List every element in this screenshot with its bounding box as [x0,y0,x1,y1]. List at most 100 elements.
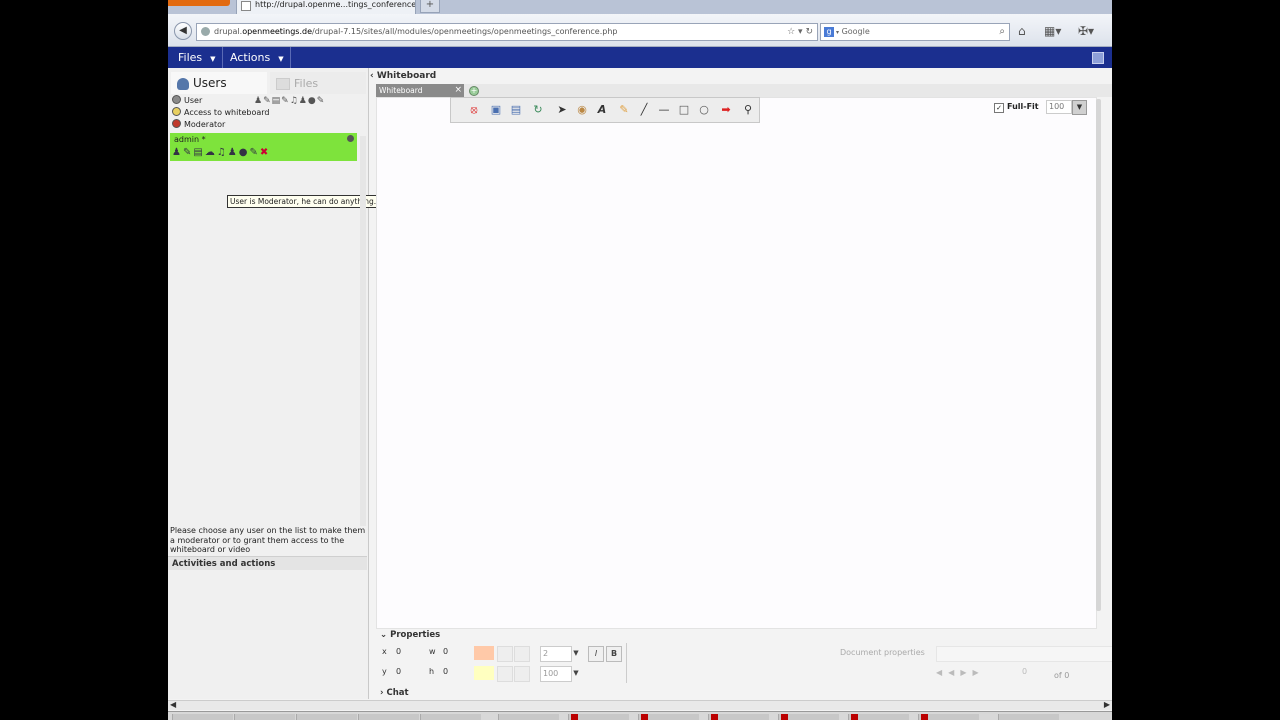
opacity-dropdown-icon[interactable]: ▼ [570,666,582,680]
whiteboard-header[interactable]: ‹ Whiteboard [370,68,1112,84]
ellipse-icon[interactable]: ○ [697,103,711,117]
checkbox-checked-icon[interactable]: ✓ [994,103,1004,113]
firefox-menu-button[interactable] [168,0,230,6]
fill-color-toggle-icon[interactable] [514,666,530,682]
moderator-icon[interactable]: ♟ [172,147,183,158]
browser-tab[interactable]: http://drupal.openme...tings_conference.… [236,0,416,14]
taskbar-item[interactable] [998,714,1059,720]
add-whiteboard-icon[interactable]: + [469,86,479,96]
whiteboard-tab[interactable]: Whiteboard × [376,84,464,97]
fill-color-picker-icon[interactable] [497,666,513,682]
whiteboard-access-icon[interactable]: ✎ [183,147,193,158]
url-bar[interactable]: drupal.openmeetings.de/drupal-7.15/sites… [196,23,818,41]
taskbar-item[interactable] [420,714,481,720]
collapse-icon[interactable]: ‹ [370,71,377,81]
tab-files[interactable]: Files [270,72,366,94]
last-page-icon[interactable]: ▶ [972,668,984,677]
screen-share-icon: ▤ [271,96,282,106]
line-icon[interactable]: ╱ [637,103,651,117]
arrow-icon[interactable]: ➡ [719,103,733,117]
openmeetings-app: Files ▼ Actions ▼ Users Files User Access … [168,47,1112,720]
clear-icon[interactable]: ⦻ [467,103,481,117]
pen-icon[interactable]: ✎ [617,103,631,117]
scroll-right-icon[interactable]: ▶ [1104,700,1110,709]
save-icon[interactable]: ▤ [509,103,523,117]
menu-actions[interactable]: Actions ▼ [224,47,291,68]
whiteboard-canvas[interactable] [376,97,1097,629]
y-field[interactable]: 0 [396,666,432,678]
mic-icon[interactable]: ● [239,147,250,158]
pointer-hand-icon[interactable]: ◉ [575,103,589,117]
chat-header[interactable]: › Chat [380,687,409,699]
line-color-toggle-icon[interactable] [514,646,530,662]
reload-icon[interactable]: ↻ [805,27,813,37]
bold-button[interactable]: B [606,646,622,662]
scroll-left-icon[interactable]: ◀ [170,700,176,709]
back-icon[interactable]: ◀ [174,22,192,40]
dropdown-arrow-icon[interactable]: ▾ [798,27,803,37]
prev-page-icon[interactable]: ◀ [948,668,960,677]
taskbar-item[interactable] [172,714,233,720]
horizontal-scrollbar[interactable]: ◀ ▶ [168,700,1112,710]
new-document-icon[interactable]: ▣ [489,103,503,117]
opacity-input[interactable]: 100 [540,666,572,682]
taskbar-item[interactable] [708,714,769,720]
current-page[interactable]: 0 [1022,666,1027,678]
menu-files[interactable]: Files ▼ [172,47,223,68]
text-icon[interactable]: A [595,103,609,117]
line-width-input[interactable]: 2 [540,646,572,662]
x-field[interactable]: 0 [396,646,432,658]
italic-button[interactable]: I [588,646,604,662]
search-input[interactable]: g ▾ Google ⌕ [820,23,1010,41]
rectangle-icon[interactable]: □ [677,103,691,117]
taskbar-item[interactable] [848,714,909,720]
screen-share-icon[interactable]: ▤ [193,147,204,158]
bookmarks-menu-icon[interactable]: ▦▾ [1044,23,1061,39]
zoom-dropdown-icon[interactable]: ▼ [1072,100,1087,115]
tools-icon[interactable]: ✠▾ [1078,23,1094,39]
home-icon[interactable]: ⌂ [1018,23,1026,39]
bookmark-star-icon[interactable]: ☆ [787,27,795,37]
close-icon[interactable]: × [454,84,462,97]
first-page-icon[interactable]: ◀ [936,668,948,677]
search-engine-dropdown-icon[interactable]: ▾ [836,29,839,36]
properties-header[interactable]: ⌄ Properties [380,629,440,641]
properties-panel: ⌄ Properties x 0 w 0 y 0 h 0 2 ▼ 100 ▼ I… [376,629,1112,683]
remote-control-icon[interactable]: ☁ [205,147,217,158]
underline-icon[interactable]: — [657,103,671,117]
taskbar-item[interactable] [296,714,357,720]
taskbar-item[interactable] [358,714,419,720]
user-actions: ♟✎▤☁♫♟●✎✖ [172,147,270,158]
user-add-icon[interactable]: ♟ [228,147,239,158]
mic-add-icon[interactable]: ♫ [217,147,228,158]
user-list-item[interactable]: admin * ♟✎▤☁♫♟●✎✖ [170,133,357,161]
line-width-dropdown-icon[interactable]: ▼ [570,646,582,660]
user-list-scrollbar[interactable] [360,136,366,526]
activities-header[interactable]: Activities and actions [168,556,367,570]
tab-users[interactable]: Users [171,72,267,94]
taskbar-item[interactable] [234,714,295,720]
whiteboard-tab-row: Whiteboard × + [376,84,1112,97]
whiteboard-scrollbar[interactable] [1096,99,1101,611]
refresh-icon[interactable]: ↻ [531,103,545,117]
zoom-icon[interactable]: ⚲ [741,103,755,117]
pointer-icon[interactable]: ➤ [555,103,569,117]
document-properties-field[interactable] [936,646,1112,662]
zoom-input[interactable]: 100 [1046,100,1072,114]
next-page-icon[interactable]: ▶ [960,668,972,677]
fill-color-swatch[interactable] [474,666,494,680]
line-color-swatch[interactable] [474,646,494,660]
taskbar-item[interactable] [778,714,839,720]
taskbar-item[interactable] [918,714,979,720]
mute-icon[interactable]: ✎ [249,147,259,158]
window-settings-icon[interactable] [1092,52,1104,64]
remote-control-icon: ✎ [281,96,290,106]
new-tab-button[interactable]: + [420,0,440,13]
full-fit-toggle[interactable]: ✓ Full-Fit [994,101,1039,113]
search-icon[interactable]: ⌕ [999,24,1005,40]
line-color-picker-icon[interactable] [497,646,513,662]
kick-user-icon[interactable]: ✖ [260,147,270,158]
taskbar-item[interactable] [498,714,559,720]
taskbar-item[interactable] [568,714,629,720]
taskbar-item[interactable] [638,714,699,720]
